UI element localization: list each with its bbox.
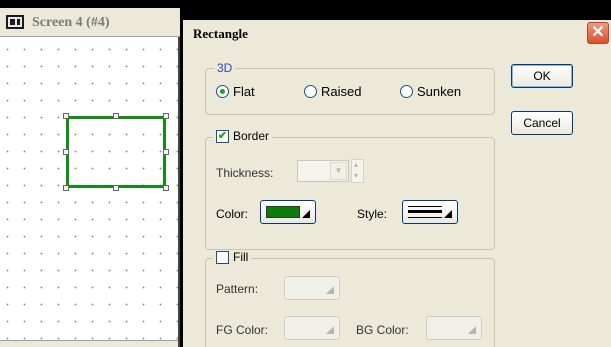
- dropdown-triangle-icon: [326, 286, 334, 294]
- resize-handle-top[interactable]: [113, 113, 119, 119]
- editor-title: Screen 4 (#4): [32, 15, 110, 30]
- dropdown-triangle-icon: [302, 210, 310, 218]
- rectangle-dialog: Rectangle ✕ OK Cancel 3D Flat Raised Sun…: [183, 12, 611, 347]
- pattern-label: Pattern:: [216, 282, 259, 296]
- raised-radio-label: Raised: [321, 84, 362, 99]
- flat-radio[interactable]: Flat: [216, 84, 255, 99]
- resize-handle-left[interactable]: [63, 149, 69, 155]
- close-icon[interactable]: ✕: [587, 22, 609, 44]
- sunken-radio[interactable]: Sunken: [400, 84, 461, 99]
- 3d-group-label: 3D: [214, 61, 236, 75]
- border-checkbox[interactable]: ✔ Border: [213, 129, 273, 143]
- raised-radio[interactable]: Raised: [304, 84, 361, 99]
- dropdown-triangle-icon: [326, 326, 334, 334]
- resize-handle-bottom-right[interactable]: [163, 185, 169, 191]
- bg-color-button[interactable]: [426, 316, 482, 340]
- pattern-button[interactable]: [284, 276, 340, 300]
- border-group: ✔ Border Thickness: ▼ Color: Style:: [205, 129, 495, 250]
- border-checkbox-label: Border: [233, 129, 270, 143]
- unchecked-box-icon: [216, 250, 229, 264]
- design-canvas[interactable]: [0, 38, 178, 347]
- border-style-button[interactable]: [402, 200, 458, 224]
- thickness-label: Thickness:: [216, 166, 274, 180]
- editor-title-bar[interactable]: Screen 4 (#4): [0, 8, 180, 37]
- fg-color-button[interactable]: [284, 316, 340, 340]
- 3d-group: 3D Flat Raised Sunken: [205, 61, 495, 115]
- resize-handle-right[interactable]: [163, 149, 169, 155]
- dialog-title-bar[interactable]: Rectangle: [183, 20, 611, 48]
- editor-window: Screen 4 (#4): [0, 8, 180, 347]
- border-color-label: Color:: [216, 207, 249, 221]
- ok-button[interactable]: OK: [511, 64, 573, 88]
- chevron-down-icon: ▼: [330, 162, 347, 180]
- border-color-swatch: [266, 206, 300, 218]
- dialog-top-edge: [183, 12, 611, 20]
- horizontal-scrollbar[interactable]: [0, 340, 178, 347]
- thickness-select[interactable]: ▼: [297, 160, 349, 182]
- border-color-button[interactable]: [260, 200, 316, 224]
- dropdown-triangle-icon: [468, 326, 476, 334]
- border-style-label: Style:: [357, 207, 388, 221]
- resize-handle-bottom-left[interactable]: [63, 185, 69, 191]
- radio-unselected-icon: [304, 85, 317, 98]
- checkmark-icon: ✔: [216, 129, 229, 143]
- sunken-radio-label: Sunken: [417, 84, 462, 99]
- fill-checkbox[interactable]: Fill: [213, 250, 252, 264]
- screen-icon: [6, 15, 24, 29]
- fill-group: Fill Pattern: FG Color: BG Color:: [205, 250, 495, 347]
- rectangle-shape[interactable]: [66, 116, 166, 188]
- radio-selected-icon: [216, 85, 229, 98]
- bg-color-label: BG Color:: [356, 323, 409, 337]
- fg-color-label: FG Color:: [216, 323, 269, 337]
- cancel-button[interactable]: Cancel: [511, 111, 573, 135]
- fill-checkbox-label: Fill: [233, 250, 249, 264]
- dropdown-triangle-icon: [444, 210, 452, 218]
- flat-radio-label: Flat: [233, 84, 255, 99]
- thickness-spinner[interactable]: [351, 159, 364, 183]
- resize-handle-top-left[interactable]: [63, 113, 69, 119]
- dialog-title: Rectangle: [193, 26, 248, 41]
- resize-handle-bottom[interactable]: [113, 185, 119, 191]
- line-style-icon: [408, 206, 442, 218]
- resize-handle-top-right[interactable]: [163, 113, 169, 119]
- radio-unselected-icon: [400, 85, 413, 98]
